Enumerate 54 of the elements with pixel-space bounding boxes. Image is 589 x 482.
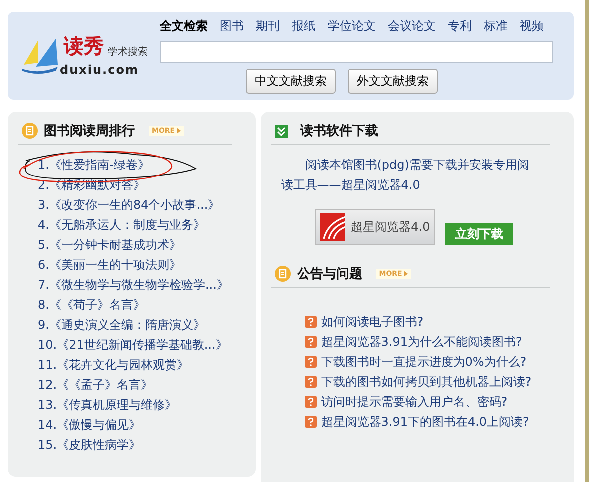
panel-title: 图书阅读周排行 [44, 123, 135, 140]
logo-name: 读秀 [64, 33, 104, 60]
search-tab[interactable]: 期刊 [256, 18, 280, 35]
book-link[interactable]: 10.《21世纪新闻传播学基础教...》 [38, 337, 246, 353]
book-link[interactable]: 4.《无船承运人：制度与业务》 [38, 217, 246, 233]
book-link[interactable]: 11.《花卉文化与园林观赏》 [38, 357, 246, 373]
book-link[interactable]: 9.《通史演义全编：隋唐演义》 [38, 317, 246, 333]
search-button[interactable]: 外文文献搜索 [348, 69, 438, 94]
question-icon [305, 416, 318, 428]
book-link[interactable]: 14.《傲慢与偏见》 [38, 417, 246, 433]
book-link[interactable]: 1.《性爱指南-绿卷》 [38, 157, 246, 173]
search-tab[interactable]: 专利 [448, 18, 472, 35]
question-icon [305, 396, 318, 408]
panel-title: 公告与问题 [297, 266, 362, 283]
search-button[interactable]: 中文文献搜索 [246, 69, 336, 94]
download-description: 阅读本馆图书(pdg)需要下载并安装专用阅读工具——超星阅览器4.0 [281, 157, 530, 194]
question-link[interactable]: 超星阅览器3.91下的图书在4.0上阅读? [321, 414, 530, 430]
search-tab[interactable]: 会议论文 [388, 18, 436, 35]
download-icon [275, 124, 288, 138]
book-link[interactable]: 8.《《荀子》名言》 [38, 297, 246, 313]
book-link[interactable]: 7.《微生物学与微生物学检验学...》 [38, 277, 246, 293]
question-link[interactable]: 如何阅读电子图书? [321, 314, 424, 330]
reader-banner[interactable]: 超星阅览器4.0 [315, 209, 436, 245]
book-link[interactable]: 3.《改变你一生的84个小故事...》 [38, 197, 246, 213]
search-tab[interactable]: 视频 [520, 18, 544, 35]
question-link[interactable]: 访问时提示需要输入用户名、密码? [321, 394, 508, 410]
triangle-icon [177, 128, 182, 134]
question-icon [305, 376, 318, 388]
search-tab[interactable]: 报纸 [292, 18, 316, 35]
book-link[interactable]: 15.《皮肤性病学》 [38, 437, 246, 453]
book-link[interactable]: 12.《《孟子》名言》 [38, 377, 246, 393]
question-icon [305, 356, 318, 368]
search-tab[interactable]: 全文检索 [160, 18, 208, 35]
question-icon [305, 316, 318, 328]
book-link[interactable]: 6.《美丽一生的十项法则》 [38, 257, 246, 273]
question-icon [305, 336, 318, 348]
reader-name: 超星阅览器4.0 [351, 218, 430, 236]
question-link[interactable]: 下载图书时一直提示进度为0%为什么? [321, 354, 527, 370]
search-field[interactable] [160, 41, 553, 63]
question-link[interactable]: 下载的图书如何拷贝到其他机器上阅读? [321, 374, 532, 390]
question-link[interactable]: 超星阅览器3.91为什么不能阅读图书? [321, 334, 522, 350]
list-icon [22, 123, 38, 139]
search-tab[interactable]: 图书 [220, 18, 244, 35]
sail-logo-icon [20, 39, 60, 75]
logo-domain: duxiu.com [60, 63, 139, 77]
logo-subtitle: 学术搜索 [108, 46, 148, 59]
panel-title: 读书软件下载 [300, 123, 378, 140]
triangle-icon [404, 271, 408, 277]
reader-logo-icon [320, 213, 346, 241]
list-icon [275, 266, 292, 282]
search-tab[interactable]: 标准 [484, 18, 508, 35]
book-link[interactable]: 5.《一分钟卡耐基成功术》 [38, 237, 246, 253]
book-link[interactable]: 13.《传真机原理与维修》 [38, 397, 246, 413]
search-tab[interactable]: 学位论文 [328, 18, 376, 35]
